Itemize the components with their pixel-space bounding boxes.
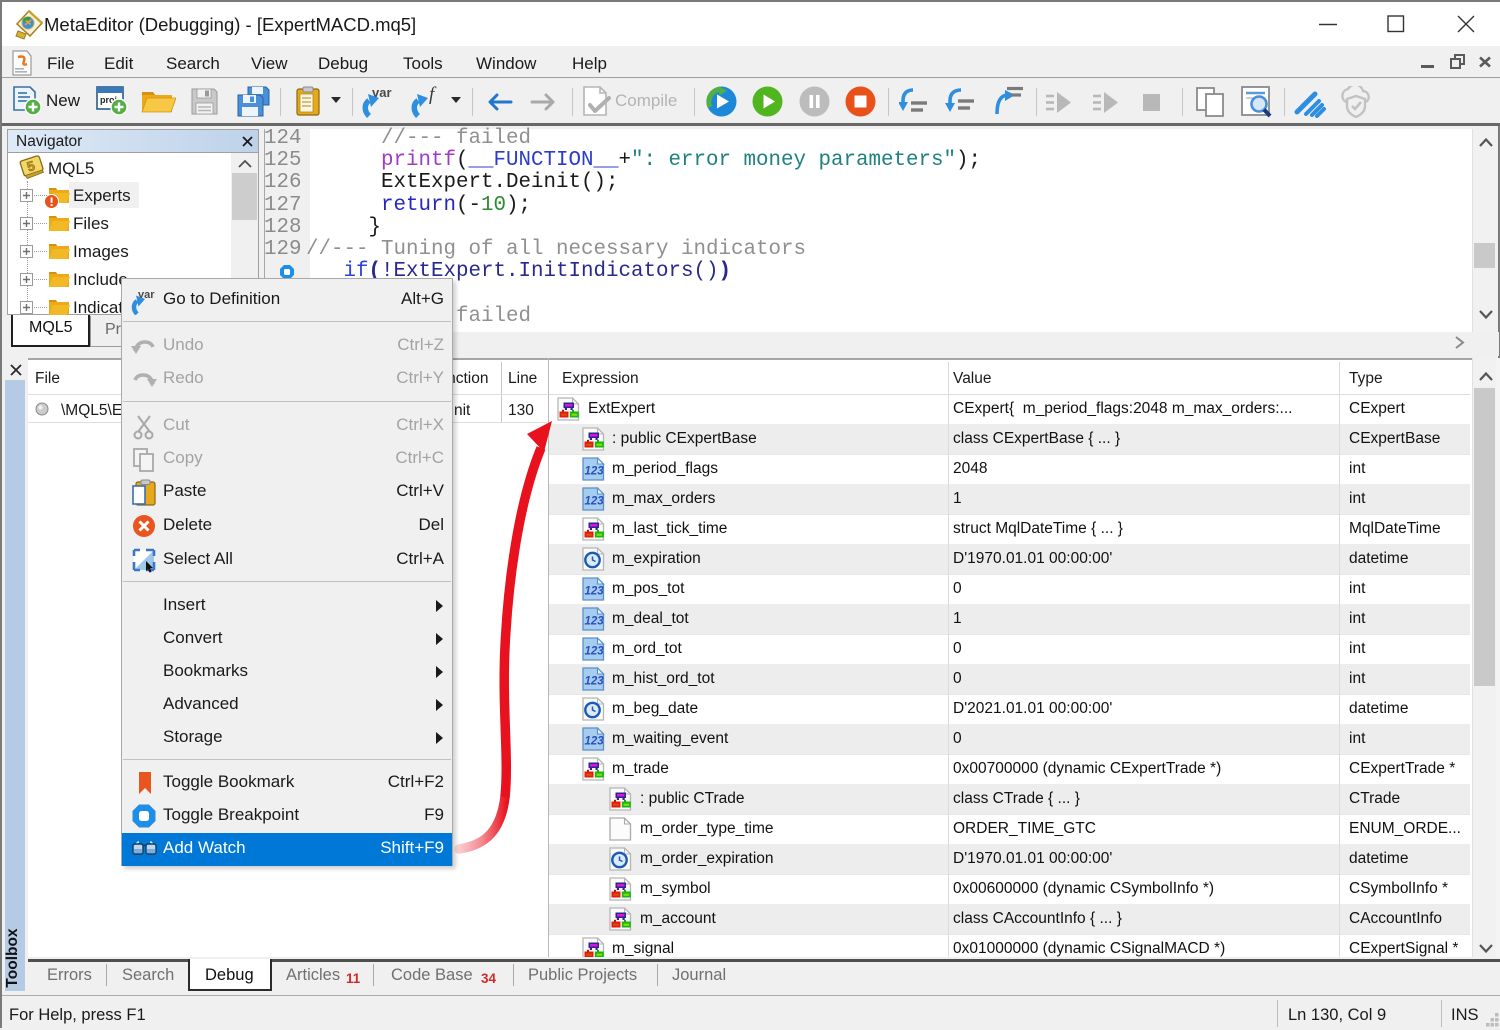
svg-text:f: f [429,85,437,105]
svg-text:123: 123 [585,496,605,508]
svg-text:123: 123 [585,586,605,598]
svg-text:123: 123 [585,676,605,688]
svg-text:123: 123 [585,616,605,628]
svg-text:123: 123 [585,646,605,658]
svg-text:123: 123 [585,736,605,748]
svg-text:123: 123 [585,466,605,478]
